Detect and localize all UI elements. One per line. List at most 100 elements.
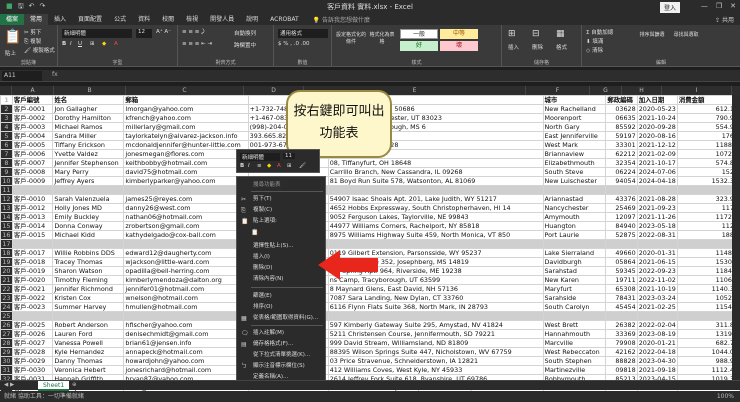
cell[interactable]: 2021-10-19 (636, 284, 678, 294)
cell[interactable]: 554.99 (676, 122, 740, 132)
cell[interactable] (605, 185, 638, 195)
cut-button[interactable]: ✂ 剪下 (24, 28, 41, 36)
cell[interactable]: Dorothy Hamilton (52, 113, 125, 123)
cell[interactable]: 999 David Stream, Williamsland, ND 81809 (327, 338, 544, 348)
row-number[interactable]: 31 (0, 365, 13, 375)
cell[interactable]: 2021-06-15 (636, 257, 678, 267)
cell[interactable]: 客戶-0012 (11, 203, 54, 213)
cell[interactable] (636, 239, 678, 249)
fx-icon[interactable]: fx (52, 71, 58, 78)
cell[interactable] (11, 185, 54, 195)
tab-file[interactable]: 檔案 (0, 14, 25, 25)
cell[interactable] (327, 239, 544, 249)
paste-icon[interactable]: 📋 (4, 29, 21, 45)
cell[interactable]: Marcville (542, 338, 607, 348)
cell[interactable]: 2020-08-16 (636, 131, 678, 141)
cell[interactable] (542, 239, 607, 249)
menu-cut[interactable]: ✂ 剪下(T) (237, 194, 327, 204)
cell[interactable]: Jeffrey Ayers (52, 176, 125, 186)
style-normal[interactable]: 一般 (400, 29, 438, 39)
fill-color-icon[interactable]: ◆ (102, 41, 106, 47)
cell[interactable]: 03628 (605, 104, 638, 114)
menu-phonetic[interactable]: ㄅ顯示注音標示欄位(S) (237, 361, 327, 371)
cell[interactable] (605, 239, 638, 249)
cell[interactable]: 412 Williams Coves, West Kyle, NY 45933 (327, 365, 544, 375)
select-all-corner[interactable] (0, 86, 12, 95)
cell[interactable]: 52875 (605, 230, 638, 240)
row-number[interactable]: 27 (0, 329, 13, 339)
cell[interactable] (123, 185, 249, 195)
cell[interactable]: Jennifer Stephenson (52, 158, 125, 168)
cell[interactable]: 2021-09-23 (636, 203, 678, 213)
cell[interactable]: 2022-09-23 (636, 266, 678, 276)
wrap-text-button[interactable]: 自動換列 (234, 29, 256, 37)
cell[interactable]: 1530.5 (676, 257, 740, 267)
row-number[interactable]: 10 (0, 176, 13, 186)
cell[interactable]: 2021-09-18 (636, 365, 678, 375)
cell[interactable]: jonesmegan@flores.com (123, 149, 249, 159)
cell[interactable]: 2022-08-31 (636, 230, 678, 240)
cell[interactable]: 1154.9 (676, 302, 740, 312)
name-box[interactable]: A11 (2, 71, 42, 81)
cell[interactable]: danny26@west.com (123, 203, 249, 213)
cell[interactable]: 85592 (605, 122, 638, 132)
cell[interactable]: kathydelgado@cox-ball.com (123, 230, 249, 240)
cell[interactable]: 682.78 (676, 338, 740, 348)
cell[interactable]: 42162 (605, 347, 638, 357)
row-number[interactable]: 9 (0, 167, 13, 177)
cell[interactable]: james25@reyes.com (123, 194, 249, 204)
cell[interactable]: david75@hotmail.com (123, 167, 249, 177)
sort-filter-button[interactable]: 排序與篩選 (638, 31, 666, 38)
cell[interactable]: South Carolyn (542, 302, 607, 312)
cell[interactable]: Sharon Watson (52, 266, 125, 276)
cell[interactable]: 2023-03-24 (636, 293, 678, 303)
cell[interactable]: 8975 Williams Highway Suite 459, North M… (327, 230, 544, 240)
tab-page-layout[interactable]: 頁面配置 (72, 14, 108, 25)
cell[interactable]: New Karen (542, 275, 607, 285)
cell[interactable]: 2024-07-06 (636, 167, 678, 177)
cell[interactable]: 客戶-0020 (11, 275, 54, 285)
align-left-icon[interactable]: ≡ ≡ ≡ ⇤ ⇥ (182, 41, 212, 47)
font-size-select[interactable]: 12 (136, 29, 152, 38)
cell[interactable]: 1106.2 (676, 275, 740, 285)
cell[interactable]: annapeck@hotmail.com (123, 347, 249, 357)
cell[interactable]: New Rachelland (542, 104, 607, 114)
cell[interactable]: 6116 Flynn Flats Suite 368, North Mark, … (327, 302, 544, 312)
copy-button[interactable]: ⎘ 複製 (24, 37, 41, 46)
cell[interactable]: 1887 (676, 230, 740, 240)
cell[interactable]: 19711 (605, 275, 638, 285)
row-number[interactable]: 19 (0, 257, 13, 267)
format-as-table-button[interactable]: 格式化為表格 (368, 31, 396, 45)
cell[interactable]: Willie Robbins DDS (52, 248, 125, 258)
cell[interactable]: 88395 Wilson Springs Suite 447, Nicholst… (327, 347, 544, 357)
delete-cells-icon[interactable]: ⊟ (532, 29, 540, 39)
row-number[interactable]: 5 (0, 131, 13, 141)
row-number[interactable]: 14 (0, 212, 13, 222)
mini-font-select[interactable]: 新細明體 (240, 153, 280, 161)
cell[interactable]: South Steve (542, 167, 607, 177)
share-icon[interactable]: ⇪ 共用 (715, 15, 734, 24)
cell[interactable]: 05864 (605, 257, 638, 267)
row-number[interactable]: 6 (0, 140, 13, 150)
cell[interactable] (123, 239, 249, 249)
tab-insert[interactable]: 插入 (48, 14, 72, 25)
cell[interactable]: 客戶-0015 (11, 230, 54, 240)
cell[interactable]: 311.84 (676, 320, 740, 330)
cell[interactable]: Sarah Valenzuela (52, 194, 125, 204)
cell[interactable] (636, 311, 678, 321)
cell[interactable]: 2022-02-04 (636, 320, 678, 330)
cell[interactable]: 消費金額 (676, 95, 740, 105)
cell[interactable]: nathan06@hotmail.com (123, 212, 249, 222)
clear-button[interactable]: ◇ 清除 (586, 46, 603, 54)
border-icon[interactable]: ⊞ (90, 41, 95, 47)
cell[interactable]: Davidburgh (542, 257, 607, 267)
cell[interactable]: 1184.1 (676, 266, 740, 276)
menu-sort[interactable]: 排序(O) (237, 302, 327, 312)
cell[interactable]: kimberlyparker@yahoo.com (123, 176, 249, 186)
cell[interactable]: 2021-12-12 (636, 140, 678, 150)
cell[interactable]: 32354 (605, 158, 638, 168)
zoom-level[interactable]: 100% (717, 391, 734, 402)
column-header-b[interactable]: B (54, 86, 126, 95)
mini-bold-icon[interactable]: B (240, 163, 244, 169)
cell[interactable] (542, 185, 607, 195)
